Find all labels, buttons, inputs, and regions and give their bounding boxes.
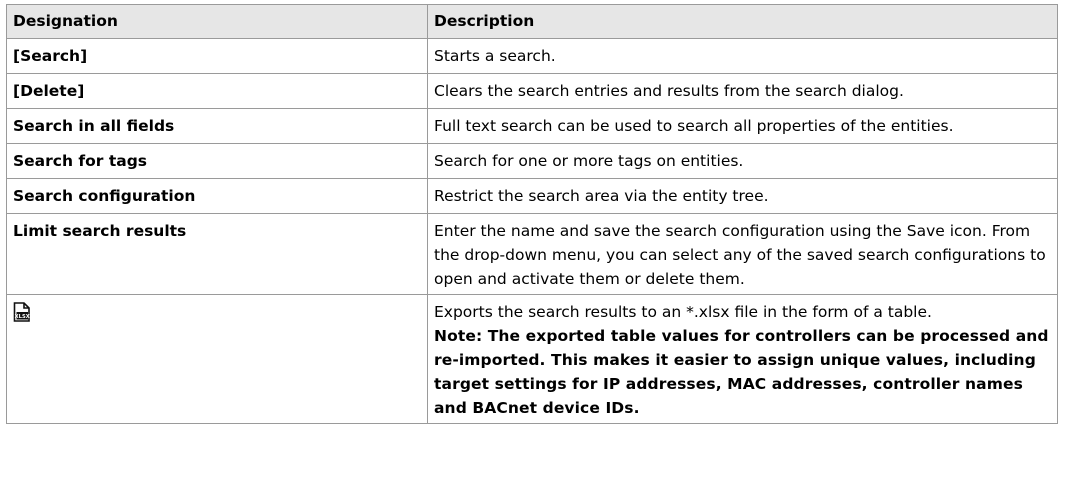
- table-header-row: Designation Description: [6, 4, 1058, 39]
- designation-cell: Limit search results: [6, 213, 428, 295]
- designation-description-table: Designation Description [Search] Starts …: [6, 4, 1058, 424]
- designation-cell: Search for tags: [6, 143, 428, 179]
- description-cell: Exports the search results to an *.xlsx …: [427, 294, 1058, 424]
- description-cell: Clears the search entries and results fr…: [427, 73, 1058, 109]
- table-row: Search configuration Restrict the search…: [6, 178, 1058, 214]
- description-cell: Starts a search.: [427, 38, 1058, 74]
- designation-cell: Search configuration: [6, 178, 428, 214]
- description-cell: Search for one or more tags on entities.: [427, 143, 1058, 179]
- svg-text:XLSX: XLSX: [15, 314, 30, 320]
- description-column-header: Description: [427, 4, 1058, 39]
- table-row: [Delete] Clears the search entries and r…: [6, 73, 1058, 109]
- designation-cell: XLSX: [6, 294, 428, 424]
- description-cell: Full text search can be used to search a…: [427, 108, 1058, 144]
- description-cell: Restrict the search area via the entity …: [427, 178, 1058, 214]
- export-description: Exports the search results to an *.xlsx …: [434, 303, 932, 321]
- designation-column-header: Designation: [6, 4, 428, 39]
- table-row: [Search] Starts a search.: [6, 38, 1058, 74]
- designation-cell: [Search]: [6, 38, 428, 74]
- export-note: Note: The exported table values for cont…: [434, 327, 1049, 417]
- designation-cell: Search in all fields: [6, 108, 428, 144]
- xlsx-export-icon: XLSX: [13, 302, 31, 322]
- table-row: Search in all fields Full text search ca…: [6, 108, 1058, 144]
- table-row-export: XLSX Exports the search results to an *.…: [6, 294, 1058, 424]
- table-row: Search for tags Search for one or more t…: [6, 143, 1058, 179]
- table-row: Limit search results Enter the name and …: [6, 213, 1058, 295]
- description-cell: Enter the name and save the search confi…: [427, 213, 1058, 295]
- designation-cell: [Delete]: [6, 73, 428, 109]
